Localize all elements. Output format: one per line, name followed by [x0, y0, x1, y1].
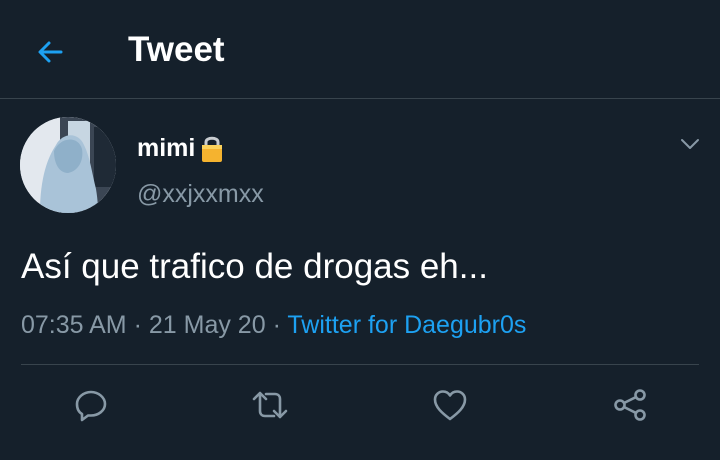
- retweet-icon: [252, 391, 288, 419]
- lock-icon: [199, 133, 225, 163]
- tweet-source-link[interactable]: Twitter for Daegubr0s: [287, 311, 526, 339]
- more-options-button[interactable]: [674, 128, 706, 160]
- reply-icon: [75, 390, 107, 422]
- back-button[interactable]: [30, 32, 70, 72]
- tweet-meta: 07:35 AM · 21 May 20 · Twitter for Daegu…: [21, 308, 526, 342]
- tweet-time: 07:35 AM: [21, 311, 127, 339]
- user-display-name: mimi: [137, 134, 196, 162]
- meta-separator: ·: [272, 311, 281, 339]
- retweet-button[interactable]: [250, 385, 290, 425]
- tweet-date: 21 May 20: [148, 311, 266, 339]
- share-button[interactable]: [610, 385, 650, 425]
- reply-button[interactable]: [71, 385, 111, 425]
- chevron-down-icon: [681, 139, 699, 149]
- page-title: Tweet: [128, 30, 225, 69]
- arrow-left-icon: [38, 41, 63, 63]
- like-icon: [433, 390, 467, 421]
- tweet-text: Así que trafico de drogas eh...: [21, 247, 488, 286]
- user-name[interactable]: mimi: [137, 132, 225, 164]
- avatar-image: [20, 117, 116, 213]
- share-icon: [614, 389, 646, 421]
- avatar[interactable]: [20, 117, 116, 213]
- divider: [21, 364, 699, 365]
- meta-separator: ·: [133, 311, 142, 339]
- app-header: Tweet: [0, 0, 720, 99]
- like-button[interactable]: [430, 385, 470, 425]
- user-handle[interactable]: @xxjxxmxx: [137, 178, 264, 210]
